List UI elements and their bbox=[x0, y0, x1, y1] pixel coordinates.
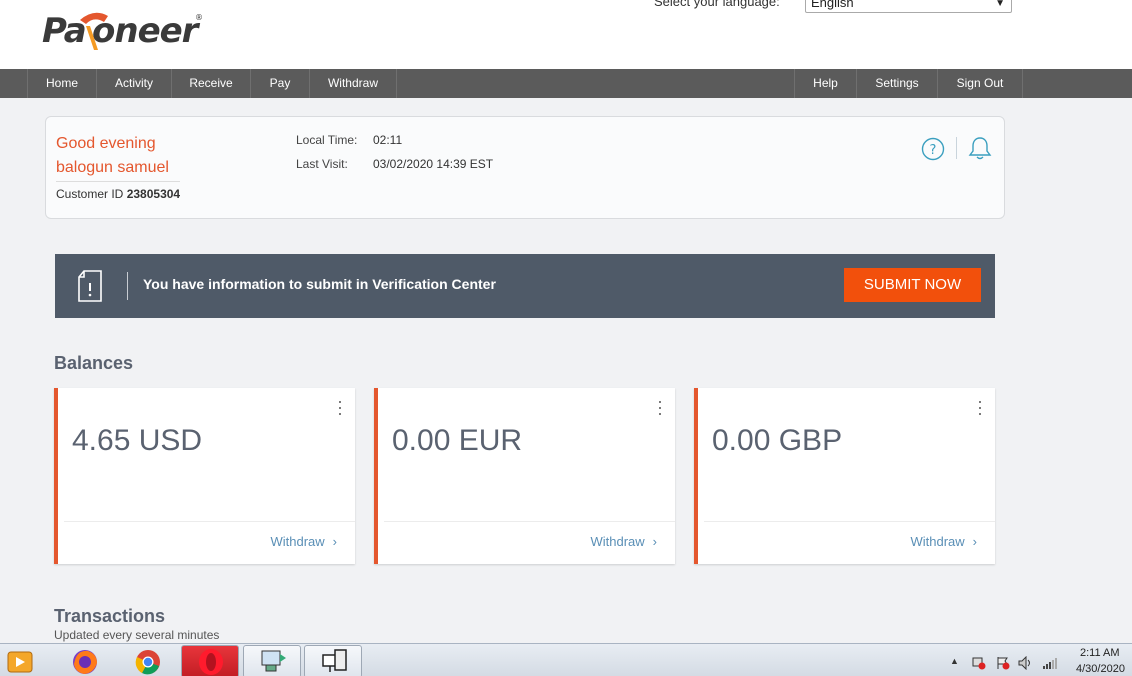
clock-date[interactable]: 4/30/2020 bbox=[1076, 663, 1125, 675]
submit-now-button[interactable]: SUBMIT NOW bbox=[844, 268, 981, 302]
nav-activity[interactable]: Activity bbox=[97, 69, 172, 98]
tray-network-icon[interactable] bbox=[972, 656, 986, 670]
installer-icon bbox=[261, 650, 286, 672]
chevron-right-icon: › bbox=[332, 534, 337, 549]
greeting-divider bbox=[56, 181, 180, 182]
nav-home[interactable]: Home bbox=[27, 69, 97, 98]
kebab-menu-icon[interactable]: · · · bbox=[335, 392, 345, 422]
volume-icon[interactable] bbox=[1018, 655, 1030, 671]
main-nav: Home Activity Receive Pay Withdraw Help … bbox=[0, 69, 1132, 98]
card-divider bbox=[384, 521, 675, 522]
document-alert-icon bbox=[77, 270, 103, 302]
nav-pay[interactable]: Pay bbox=[251, 69, 310, 98]
nav-withdraw[interactable]: Withdraw bbox=[310, 69, 397, 98]
computer-network-icon bbox=[322, 649, 347, 672]
nav-receive[interactable]: Receive bbox=[172, 69, 251, 98]
balance-amount: 0.00 GBP bbox=[712, 424, 843, 457]
app-taskbar-button[interactable] bbox=[243, 645, 301, 676]
opera-taskbar-button[interactable] bbox=[181, 645, 239, 676]
balances-title: Balances bbox=[54, 353, 134, 373]
kebab-menu-icon[interactable]: · · · bbox=[975, 392, 985, 422]
balance-amount: 4.65 USD bbox=[72, 424, 203, 457]
network-taskbar-button[interactable] bbox=[304, 645, 362, 676]
chevron-right-icon: › bbox=[972, 534, 977, 549]
nav-settings[interactable]: Settings bbox=[857, 69, 938, 98]
balance-card-usd[interactable]: 4.65 USD · · · Withdraw › bbox=[54, 388, 355, 564]
withdraw-label: Withdraw bbox=[270, 534, 325, 549]
signal-icon[interactable] bbox=[1042, 656, 1057, 669]
last-visit-value: 03/02/2020 14:39 EST bbox=[373, 157, 494, 171]
chevron-down-icon: ▼ bbox=[995, 0, 1005, 9]
transactions-subtitle: Updated every several minutes bbox=[54, 628, 220, 642]
customer-id-label: Customer ID bbox=[56, 187, 124, 201]
payoneer-logo[interactable]: Pa oneer ® bbox=[42, 6, 203, 56]
customer-id: Customer ID 23805304 bbox=[56, 187, 180, 201]
opera-icon bbox=[199, 649, 223, 675]
kebab-menu-icon[interactable]: · · · bbox=[655, 392, 665, 422]
top-header: Pa oneer ® Select your language: English… bbox=[0, 0, 1132, 69]
chevron-right-icon: › bbox=[652, 534, 657, 549]
language-label: Select your language: bbox=[654, 0, 780, 9]
balance-card-gbp[interactable]: 0.00 GBP · · · Withdraw › bbox=[694, 388, 995, 564]
last-visit-label: Last Visit: bbox=[296, 157, 348, 171]
tray-expand-icon[interactable]: ▲ bbox=[950, 656, 959, 666]
withdraw-link[interactable]: Withdraw › bbox=[270, 534, 337, 549]
withdraw-label: Withdraw bbox=[590, 534, 645, 549]
card-divider bbox=[64, 521, 355, 522]
svg-text:?: ? bbox=[930, 143, 937, 158]
clock-time[interactable]: 2:11 AM bbox=[1080, 647, 1120, 659]
withdraw-label: Withdraw bbox=[910, 534, 965, 549]
icon-divider bbox=[956, 137, 957, 159]
withdraw-link[interactable]: Withdraw › bbox=[590, 534, 657, 549]
tray-flag-icon[interactable] bbox=[996, 656, 1010, 670]
balance-amount: 0.00 EUR bbox=[392, 424, 523, 457]
nav-sign-out[interactable]: Sign Out bbox=[938, 69, 1023, 98]
svg-text:®: ® bbox=[195, 13, 202, 22]
svg-text:oneer: oneer bbox=[92, 11, 201, 51]
banner-divider bbox=[127, 272, 128, 300]
windows-taskbar: ▲ 2:11 AM 4/30/2020 bbox=[0, 643, 1132, 676]
chrome-icon[interactable] bbox=[133, 648, 163, 676]
svg-text:Pa: Pa bbox=[42, 11, 86, 51]
logo-graphic: Pa oneer ® bbox=[42, 11, 203, 51]
balance-card-eur[interactable]: 0.00 EUR · · · Withdraw › bbox=[374, 388, 675, 564]
card-divider bbox=[704, 521, 995, 522]
withdraw-link[interactable]: Withdraw › bbox=[910, 534, 977, 549]
transactions-title: Transactions bbox=[54, 606, 166, 626]
customer-id-value: 23805304 bbox=[126, 187, 181, 201]
verification-banner: You have information to submit in Verifi… bbox=[55, 254, 995, 318]
user-name: balogun samuel bbox=[56, 159, 169, 176]
help-icon[interactable]: ? bbox=[921, 137, 945, 161]
verification-message: You have information to submit in Verifi… bbox=[143, 276, 496, 292]
bell-icon[interactable] bbox=[967, 135, 993, 161]
language-select[interactable]: English ▼ bbox=[805, 0, 1012, 13]
media-player-icon[interactable] bbox=[6, 650, 34, 674]
welcome-card: Good evening balogun samuel Customer ID … bbox=[45, 116, 1005, 219]
language-value: English bbox=[811, 0, 854, 10]
local-time-label: Local Time: bbox=[296, 133, 358, 147]
nav-help[interactable]: Help bbox=[794, 69, 857, 98]
local-time-value: 02:11 bbox=[373, 133, 403, 147]
greeting: Good evening bbox=[56, 135, 156, 152]
firefox-icon[interactable] bbox=[70, 648, 100, 676]
